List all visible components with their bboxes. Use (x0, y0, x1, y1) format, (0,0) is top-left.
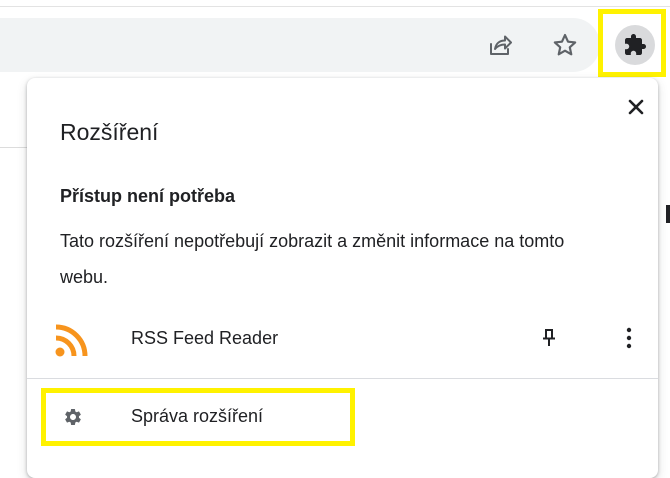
section-description: Tato rozšíření nepotřebují zobrazit a zm… (60, 231, 565, 287)
puzzle-icon (625, 34, 646, 55)
browser-toolbar (0, 0, 670, 78)
star-icon[interactable] (547, 27, 583, 63)
toolbar-top-divider (0, 6, 670, 7)
extensions-popup: Rozšíření Přístup není potřeba Tato rozš… (27, 78, 658, 478)
share-icon[interactable] (482, 27, 518, 63)
manage-extensions-label: Správa rozšíření (131, 406, 264, 426)
extensions-button[interactable] (615, 25, 655, 65)
pin-icon (543, 329, 555, 346)
manage-extensions-button[interactable]: Správa rozšíření (46, 393, 350, 441)
pin-button[interactable] (533, 322, 565, 354)
more-vert-icon (626, 327, 632, 349)
section-heading: Přístup není potřeba (60, 186, 236, 206)
extension-name: RSS Feed Reader (131, 328, 279, 348)
more-options-button[interactable] (613, 322, 645, 354)
gear-icon (65, 409, 81, 425)
popup-divider (27, 378, 658, 379)
page-content-fragment (666, 205, 670, 223)
close-icon (628, 99, 644, 115)
popup-title: Rozšíření (60, 119, 159, 145)
extension-row-rss-feed-reader[interactable]: RSS Feed Reader (27, 318, 658, 362)
close-button[interactable] (621, 92, 651, 122)
page-content-divider (0, 147, 30, 148)
rss-icon (55, 324, 88, 357)
